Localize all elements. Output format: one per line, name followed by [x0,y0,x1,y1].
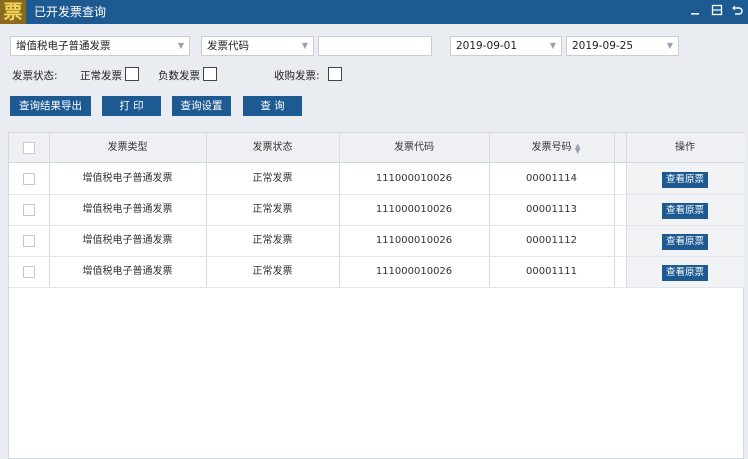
status-label: 发票状态: [12,70,58,82]
view-original-button[interactable]: 查看原票 [662,172,708,188]
column-header-code[interactable]: 发票代码 [339,133,489,163]
table-header: 发票类型 发票状态 发票代码 发票号码 ▲ ▼ 操作 [9,133,745,163]
select-all-checkbox[interactable] [23,142,35,154]
chevron-down-icon: ▼ [549,41,556,50]
chevron-down-icon: ▼ [301,41,308,50]
negative-invoice-label: 负数发票 [158,70,200,82]
invoice-status-cell: 正常发票 [252,204,293,215]
title-bar: 票 已开发票查询 [0,0,748,24]
restore-icon[interactable] [708,3,726,21]
query-button[interactable]: 查 询 [243,96,302,116]
column-header-status[interactable]: 发票状态 [206,133,339,163]
normal-invoice-checkbox[interactable] [125,67,139,81]
invoice-number-cell: 00001111 [526,266,577,277]
invoice-type-cell: 增值税电子普通发票 [82,235,173,246]
row-checkbox[interactable] [23,204,35,216]
invoice-number-cell: 00001112 [526,235,577,246]
column-header-type[interactable]: 发票类型 [49,133,206,163]
invoice-status-cell: 正常发票 [252,235,293,246]
export-results-button[interactable]: 查询结果导出 [10,96,91,116]
chevron-down-icon: ▼ [666,41,673,50]
invoice-app-icon: 票 [0,0,26,24]
invoice-number-cell: 00001114 [526,173,577,184]
invoice-type-cell: 增值税电子普通发票 [82,173,173,184]
purchase-invoice-label: 收购发票: [274,70,320,82]
invoice-code-cell: 111000010026 [375,266,453,277]
query-settings-button[interactable]: 查询设置 [172,96,231,116]
row-checkbox[interactable] [23,235,35,247]
column-header-action: 操作 [675,142,695,153]
invoice-type-select[interactable]: 增值税电子普通发票 ▼ [10,36,190,56]
date-from-picker[interactable]: 2019-09-01 ▼ [450,36,562,56]
purchase-invoice-checkbox[interactable] [328,67,342,81]
table-row[interactable]: 增值税电子普通发票 正常发票 111000010026 00001114 查看原… [9,164,745,195]
invoice-type-cell: 增值税电子普通发票 [82,204,173,215]
view-original-button[interactable]: 查看原票 [662,203,708,219]
search-field-value: 发票代码 [207,40,249,52]
table-row[interactable]: 增值税电子普通发票 正常发票 111000010026 00001111 查看原… [9,257,745,288]
print-button[interactable]: 打 印 [102,96,161,116]
date-to-picker[interactable]: 2019-09-25 ▼ [566,36,679,56]
view-original-button[interactable]: 查看原票 [662,265,708,281]
negative-invoice-checkbox[interactable] [203,67,217,81]
table-row[interactable]: 增值税电子普通发票 正常发票 111000010026 00001113 查看原… [9,195,745,226]
chevron-down-icon: ▼ [177,41,184,50]
sort-icon[interactable]: ▲ ▼ [575,143,580,155]
date-to-value: 2019-09-25 [572,40,634,52]
invoice-type-cell: 增值税电子普通发票 [82,266,173,277]
row-checkbox[interactable] [23,266,35,278]
results-table: 发票类型 发票状态 发票代码 发票号码 ▲ ▼ 操作 增值税电子普通发票 正常发票… [8,132,745,459]
invoice-status-cell: 正常发票 [252,266,293,277]
invoice-code-cell: 111000010026 [375,204,453,215]
invoice-code-cell: 111000010026 [375,235,453,246]
row-checkbox[interactable] [23,173,35,185]
invoice-type-value: 增值税电子普通发票 [16,40,111,52]
back-icon[interactable] [728,3,746,21]
search-value-input[interactable] [318,36,432,56]
view-original-button[interactable]: 查看原票 [662,234,708,250]
date-from-value: 2019-09-01 [456,40,518,52]
normal-invoice-label: 正常发票 [80,70,122,82]
invoice-number-cell: 00001113 [526,204,577,215]
search-field-select[interactable]: 发票代码 ▼ [201,36,314,56]
table-row[interactable]: 增值税电子普通发票 正常发票 111000010026 00001112 查看原… [9,226,745,257]
column-header-number[interactable]: 发票号码 [489,133,614,163]
invoice-status-cell: 正常发票 [252,173,293,184]
minimize-icon[interactable] [686,3,704,21]
window-title: 已开发票查询 [34,5,107,19]
invoice-code-cell: 111000010026 [375,173,453,184]
